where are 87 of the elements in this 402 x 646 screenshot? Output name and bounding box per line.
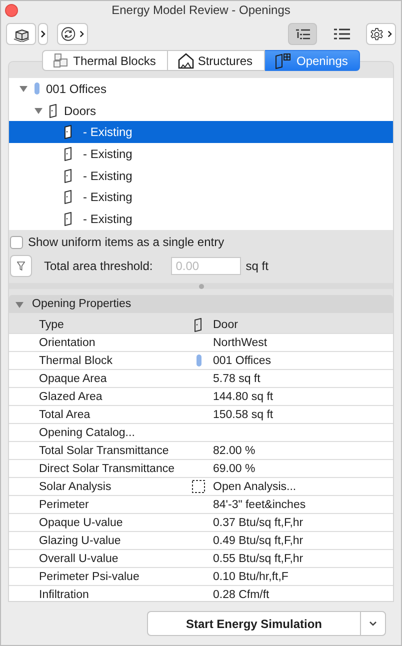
cube-icon: [12, 26, 30, 42]
tree-row[interactable]: - Existing: [9, 164, 393, 187]
property-value: 5.78 sq ft: [212, 372, 260, 384]
property-value: 144.80 sq ft: [212, 390, 274, 402]
tree-item-label: - Existing: [83, 125, 132, 140]
property-name: Glazed Area: [38, 390, 104, 402]
tree-view-button[interactable]: [288, 23, 317, 45]
property-value: 82.00 %: [212, 444, 256, 456]
property-value: 0.37 Btu/sq ft,F,hr: [212, 516, 304, 528]
chevron-icon: [40, 30, 46, 38]
door-icon: [64, 190, 73, 204]
dropdown-button[interactable]: [38, 23, 48, 45]
property-value: 84'-3" feet&inches: [212, 498, 306, 510]
tree-item-label: - Existing: [83, 212, 132, 226]
checkbox-label: Show uniform items as a single entry: [28, 235, 224, 249]
tree-list-icon: [296, 28, 310, 40]
catalog-link[interactable]: Opening Catalog...: [9, 426, 189, 438]
tree-row[interactable]: 001 Offices: [9, 78, 393, 100]
property-value: 0.55 Btu/sq ft,F,hr: [212, 552, 304, 564]
chevron-down-icon: [369, 620, 377, 626]
door-icon: [64, 168, 73, 183]
close-button[interactable]: [5, 4, 18, 17]
door-icon: [194, 318, 203, 332]
tab[interactable]: Thermal Blocks: [42, 50, 168, 71]
dashed-square-icon: [192, 480, 205, 493]
tree-item-label: Doors: [64, 104, 96, 118]
tree-row[interactable]: - Existing: [9, 186, 393, 208]
filter-button[interactable]: [10, 255, 32, 277]
house-icon: [178, 52, 194, 68]
property-name: Thermal Block: [38, 354, 114, 366]
start-simulation-button[interactable]: Start Energy Simulation: [147, 611, 360, 636]
settings-button[interactable]: [366, 23, 396, 45]
3d-view-button[interactable]: [6, 23, 36, 45]
door-icon: [64, 212, 73, 226]
window-title: Energy Model Review - Openings: [112, 3, 290, 17]
threshold-field[interactable]: 0.00: [170, 257, 241, 275]
property-name: Opaque Area: [38, 372, 108, 384]
property-value: 69.00 %: [212, 462, 256, 474]
property-name: Orientation: [38, 336, 96, 348]
property-name: Overall U-value: [38, 552, 120, 564]
analysis-link[interactable]: Open Analysis...: [208, 480, 296, 492]
property-name: Direct Solar Transmittance: [38, 462, 176, 474]
property-value: Door: [212, 318, 238, 330]
thermal-block-icon: [196, 354, 202, 367]
thermal-block-icon: [34, 82, 40, 96]
chevron-icon: [386, 30, 392, 38]
property-name: Opaque U-value: [38, 516, 124, 528]
door-icon: [49, 104, 58, 118]
property-value: 0.49 Btu/sq ft,F,hr: [212, 534, 304, 546]
tree-item-label: 001 Offices: [46, 82, 106, 96]
property-value: 150.58 sq ft: [212, 408, 274, 420]
property-name: Perimeter: [38, 498, 90, 510]
tree-row[interactable]: Doors: [9, 100, 393, 122]
blocks-icon: [53, 53, 70, 68]
tree-item-label: - Existing: [83, 147, 132, 162]
door-icon: [64, 125, 73, 140]
property-value: 0.28 Cfm/ft: [212, 588, 270, 600]
tab[interactable]: Openings: [264, 50, 360, 71]
refresh-button[interactable]: [57, 23, 88, 45]
filter-icon: [17, 260, 25, 272]
list-icon: [334, 28, 350, 40]
property-name: Total Solar Transmittance: [38, 444, 170, 456]
property-value: NorthWest: [212, 336, 268, 348]
property-value: 001 Offices: [212, 354, 271, 366]
property-name: Solar Analysis: [38, 480, 112, 492]
refresh-icon: [61, 26, 76, 42]
tree-row[interactable]: - Existing: [9, 143, 393, 165]
tab[interactable]: Structures: [168, 50, 264, 71]
unit-label: sq ft: [246, 259, 268, 273]
tree-row[interactable]: - Existing: [9, 208, 393, 230]
tree-item-label: - Existing: [83, 190, 132, 204]
door-icon: [64, 147, 73, 162]
tree-row[interactable]: - Existing: [9, 121, 393, 144]
property-name: Type: [38, 318, 65, 330]
door-window-icon: [274, 52, 292, 68]
checkbox[interactable]: [10, 236, 23, 248]
settings-icon: [370, 26, 384, 42]
section-header[interactable]: Opening Properties: [9, 295, 393, 313]
property-value: 0.10 Btu/hr,ft,F: [212, 570, 288, 582]
property-name: Total Area: [38, 408, 92, 420]
property-name: Perimeter Psi-value: [38, 570, 140, 582]
property-name: Infiltration: [38, 588, 90, 600]
threshold-label: Total area threshold:: [44, 259, 153, 273]
property-name: Glazing U-value: [38, 534, 122, 546]
chevron-icon: [78, 30, 84, 38]
section-title: Opening Properties: [32, 298, 132, 310]
tree-item-label: - Existing: [83, 168, 132, 183]
